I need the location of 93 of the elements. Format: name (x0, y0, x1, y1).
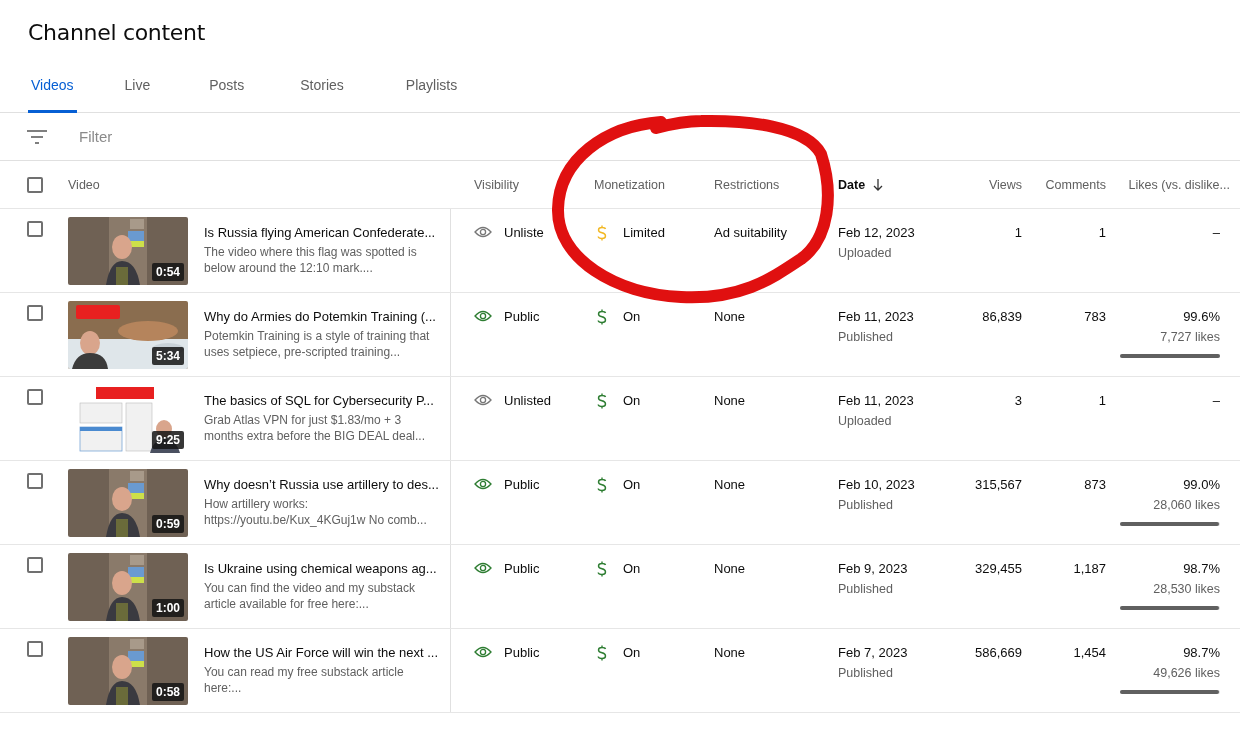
comments-count: 873 (1084, 477, 1106, 492)
column-header[interactable]: Comments (1045, 177, 1106, 192)
date-status: Uploaded (838, 414, 892, 428)
sort-arrow-icon[interactable] (873, 178, 884, 191)
tab[interactable]: Posts (206, 60, 248, 113)
likes-percentage: 98.7% (1183, 561, 1220, 576)
comments-count: 1 (1098, 393, 1106, 408)
date-value: Feb 11, 2023 (838, 393, 914, 408)
row-checkbox[interactable] (27, 473, 43, 489)
row-checkbox[interactable] (27, 305, 43, 321)
visibility-status[interactable]: Public (504, 477, 540, 492)
video-title[interactable]: The basics of SQL for Cybersecurity P... (204, 393, 440, 408)
tab[interactable]: Videos (28, 60, 77, 113)
likes-count: 28,530 likes (1153, 582, 1220, 596)
video-description: You can find the video and my substack article available for free here:... (204, 580, 417, 612)
likes-percentage: – (1212, 225, 1220, 240)
views-count: 586,669 (975, 645, 1022, 660)
tab[interactable]: Live (121, 60, 154, 113)
video-description: You can read my free substack article here:... (204, 664, 405, 696)
column-header[interactable]: Visibility (474, 177, 519, 192)
monetization-status[interactable]: Limited (623, 225, 665, 240)
video-description: The video where this flag was spotted is below around the 12:10 mark.... (204, 244, 418, 276)
views-count: 315,567 (975, 477, 1022, 492)
row-checkbox[interactable] (27, 221, 43, 237)
monetization-status[interactable]: On (623, 561, 641, 576)
comments-count: 1,454 (1073, 645, 1106, 660)
date-status: Published (838, 498, 893, 512)
tab[interactable]: Stories (297, 60, 347, 113)
views-count: 329,455 (975, 561, 1022, 576)
video-duration: 9:25 (151, 431, 184, 449)
visibility-status[interactable]: Unliste (504, 225, 544, 240)
likes-percentage: 99.0% (1183, 477, 1220, 492)
restrictions-value: Ad suitability (714, 225, 787, 240)
restrictions-value: None (714, 393, 746, 408)
date-status: Published (838, 582, 893, 596)
tab[interactable]: Playlists (402, 60, 461, 113)
visibility-status[interactable]: Public (504, 309, 540, 324)
row-checkbox[interactable] (27, 389, 43, 405)
likes-percentage: 98.7% (1183, 645, 1220, 660)
video-duration: 0:58 (151, 683, 184, 701)
video-title[interactable]: Why doesn’t Russia use artillery to des... (204, 477, 440, 492)
comments-count: 1,187 (1073, 561, 1106, 576)
restrictions-value: None (714, 477, 746, 492)
visibility-status[interactable]: Public (504, 645, 540, 660)
monetization-status[interactable]: On (623, 393, 641, 408)
date-value: Feb 9, 2023 (838, 561, 908, 576)
monetization-status[interactable]: On (623, 645, 641, 660)
column-header[interactable]: Views (988, 177, 1022, 192)
row-checkbox[interactable] (27, 557, 43, 573)
restrictions-value: None (714, 645, 746, 660)
likes-count: 49,626 likes (1153, 666, 1220, 680)
restrictions-value: None (714, 309, 746, 324)
video-description: Grab Atlas VPN for just $1.83/mo + 3 months extra before the BIG DEAL deal... (204, 412, 426, 444)
monetization-status[interactable]: On (623, 477, 641, 492)
video-description: Potemkin Training is a style of training that uses setpiece, pre-scripted training... (204, 328, 431, 360)
date-status: Published (838, 666, 893, 680)
date-value: Feb 7, 2023 (838, 645, 908, 660)
column-header[interactable]: Video (68, 177, 100, 192)
select-all-checkbox[interactable] (27, 176, 43, 193)
comments-count: 1 (1098, 225, 1106, 240)
likes-count: 7,727 likes (1160, 330, 1220, 344)
video-duration: 0:54 (151, 263, 184, 281)
date-status: Uploaded (838, 246, 892, 260)
date-value: Feb 11, 2023 (838, 309, 914, 324)
views-count: 1 (1014, 225, 1022, 240)
column-header[interactable]: Date (838, 177, 866, 192)
visibility-status[interactable]: Unlisted (504, 393, 551, 408)
date-value: Feb 12, 2023 (838, 225, 915, 240)
video-duration: 0:59 (151, 515, 184, 533)
restrictions-value: None (714, 561, 746, 576)
video-title[interactable]: Why do Armies do Potemkin Training (... (204, 309, 440, 324)
column-header[interactable]: Likes (vs. dislike... (1128, 177, 1230, 192)
comments-count: 783 (1084, 309, 1106, 324)
video-duration: 1:00 (151, 599, 184, 617)
column-header[interactable]: Restrictions (714, 177, 780, 192)
video-description: How artillery works: https://youtu.be/Kux_4KGuj1w No comb... (204, 496, 428, 528)
column-header[interactable]: Monetization (594, 177, 665, 192)
monetization-status[interactable]: On (623, 309, 641, 324)
video-duration: 5:34 (151, 347, 184, 365)
likes-percentage: – (1212, 393, 1220, 408)
views-count: 86,839 (982, 309, 1022, 324)
date-value: Feb 10, 2023 (838, 477, 915, 492)
date-status: Published (838, 330, 893, 344)
page-title: Channel content (27, 19, 207, 47)
likes-percentage: 99.6% (1183, 309, 1220, 324)
views-count: 3 (1014, 393, 1022, 408)
video-title[interactable]: Is Russia flying American Confederate... (204, 225, 440, 240)
video-title[interactable]: How the US Air Force will win the next ... (204, 645, 440, 660)
visibility-status[interactable]: Public (504, 561, 540, 576)
row-checkbox[interactable] (27, 641, 43, 657)
video-title[interactable]: Is Ukraine using chemical weapons ag... (204, 561, 440, 576)
filter-icon[interactable] (27, 129, 47, 144)
likes-count: 28,060 likes (1153, 498, 1220, 512)
